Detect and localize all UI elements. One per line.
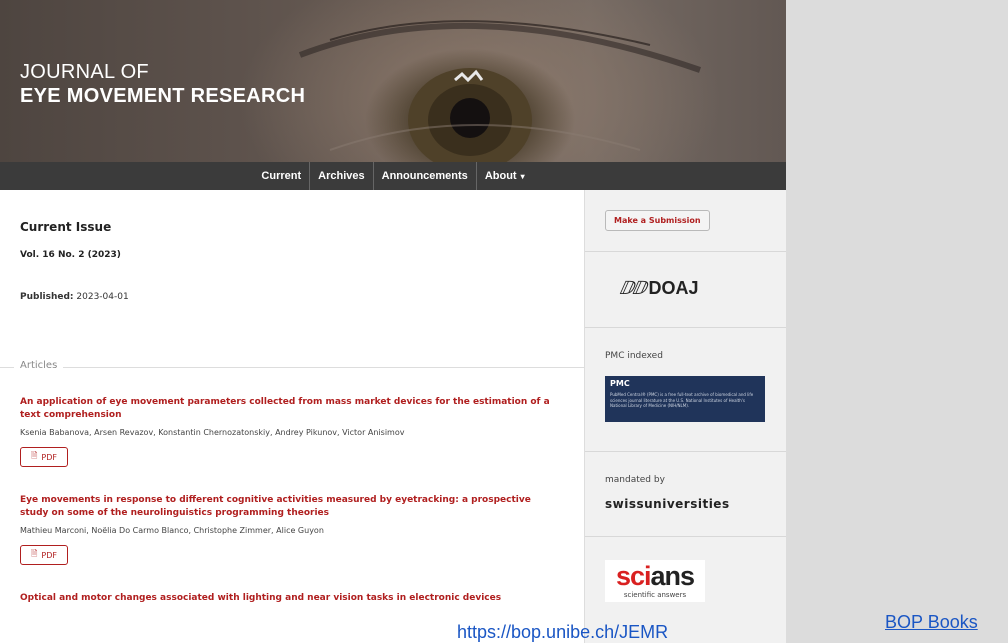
pmc-badge[interactable]: PMC PubMed Central® (PMC) is a free full… <box>605 376 765 422</box>
bop-books-link[interactable]: BOP Books <box>885 612 978 633</box>
published-label: Published: <box>20 292 74 302</box>
articles-divider <box>0 367 584 368</box>
scians-logo[interactable]: scians scientific answers <box>605 560 705 602</box>
articles-section-label: Articles <box>14 360 64 371</box>
sidebar: Make a Submission ⅅⅅ DOAJ PMC indexed PMC… <box>584 190 786 643</box>
swissuniversities-logo[interactable]: swissuniversities <box>605 497 730 511</box>
main-navigation: Current Archives Announcements About ▾ <box>0 162 786 190</box>
article-title-link[interactable]: An application of eye movement parameter… <box>20 396 550 422</box>
make-submission-button[interactable]: Make a Submission <box>605 210 710 231</box>
nav-announcements[interactable]: Announcements <box>374 162 477 190</box>
sidebar-submission-block: Make a Submission <box>585 190 786 252</box>
chevron-down-icon: ▾ <box>520 171 525 181</box>
issue-volume: Vol. 16 No. 2 (2023) <box>20 250 121 260</box>
sidebar-swiss-block <box>585 452 786 537</box>
main-content: Current Issue Vol. 16 No. 2 (2023) Publi… <box>0 190 584 643</box>
article-authors: Mathieu Marconi, Noëlia Do Carmo Blanco,… <box>20 526 324 535</box>
file-icon: 🗎 <box>30 451 38 460</box>
journal-title[interactable]: JOURNAL OF EYE MOVEMENT RESEARCH <box>20 60 305 108</box>
doaj-text: DOAJ <box>648 278 699 298</box>
journal-url-link[interactable]: https://bop.unibe.ch/JEMR <box>457 622 668 643</box>
nav-archives[interactable]: Archives <box>310 162 374 190</box>
nav-current[interactable]: Current <box>253 162 311 190</box>
file-icon: 🗎 <box>30 549 38 558</box>
scians-wordmark: scians <box>605 561 705 592</box>
journal-title-line2: EYE MOVEMENT RESEARCH <box>20 85 306 107</box>
mandated-by-label: mandated by <box>605 475 665 485</box>
pdf-label: PDF <box>41 452 58 462</box>
pmc-badge-text: PubMed Central® (PMC) is a free full-tex… <box>610 392 754 408</box>
doaj-logo[interactable]: ⅅⅅ DOAJ <box>619 278 699 299</box>
nav-about[interactable]: About ▾ <box>477 162 533 191</box>
scians-ans: ans <box>650 561 696 591</box>
scians-tagline: scientific answers <box>623 591 687 599</box>
article-title-link[interactable]: Eye movements in response to different c… <box>20 494 550 520</box>
published-date: 2023-04-01 <box>76 292 129 302</box>
pmc-badge-title: PMC <box>610 379 630 388</box>
pdf-button[interactable]: 🗎 PDF <box>20 545 68 565</box>
issue-published: Published: 2023-04-01 <box>20 292 129 302</box>
article-authors: Ksenia Babanova, Arsen Revazov, Konstant… <box>20 428 405 437</box>
scians-sci: sci <box>615 561 652 591</box>
pmc-indexed-label: PMC indexed <box>605 351 663 361</box>
header-banner: JOURNAL OF EYE MOVEMENT RESEARCH <box>0 0 786 162</box>
pdf-button[interactable]: 🗎 PDF <box>20 447 68 467</box>
nav-about-label: About <box>484 169 517 182</box>
journal-page: JOURNAL OF EYE MOVEMENT RESEARCH Current… <box>0 0 786 643</box>
journal-title-line1: JOURNAL OF <box>20 61 149 83</box>
doaj-mark-icon: ⅅⅅ <box>619 278 647 298</box>
article-title-link[interactable]: Optical and motor changes associated wit… <box>20 592 550 605</box>
page-title: Current Issue <box>20 220 112 234</box>
pdf-label: PDF <box>41 550 58 560</box>
